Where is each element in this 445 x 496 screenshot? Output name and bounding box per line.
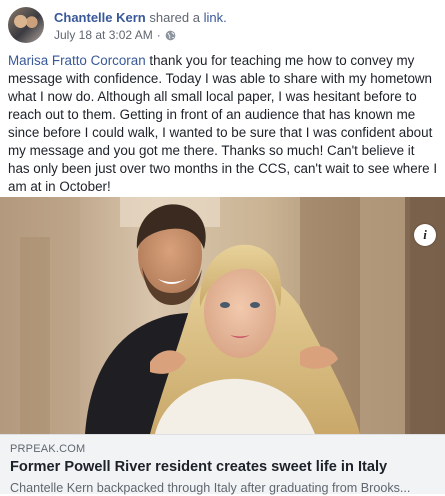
post-timestamp[interactable]: July 18 at 3:02 AM (54, 28, 153, 42)
link-preview-photo[interactable] (0, 197, 445, 434)
post-meta: Chantelle Kern shared a link. July 18 at… (54, 10, 227, 42)
shared-link-word[interactable]: link. (204, 10, 227, 25)
mention-link[interactable]: Marisa Fratto Corcoran (8, 53, 146, 68)
link-domain: PRPEAK.COM (10, 443, 86, 455)
post-body-text: thank you for teaching me how to convey … (8, 53, 438, 194)
globe-icon[interactable] (165, 30, 176, 41)
facebook-post: Chantelle Kern shared a link. July 18 at… (0, 0, 445, 495)
author-name-link[interactable]: Chantelle Kern (54, 10, 146, 25)
post-header: Chantelle Kern shared a link. July 18 at… (8, 7, 227, 43)
author-avatar[interactable] (8, 7, 44, 43)
link-title[interactable]: Former Powell River resident creates swe… (10, 458, 435, 477)
dot-separator: · (156, 28, 161, 42)
post-body: Marisa Fratto Corcoran thank you for tea… (8, 52, 438, 196)
info-icon[interactable]: i (414, 224, 436, 246)
shared-text: shared a (149, 10, 200, 25)
link-preview-footer[interactable]: PRPEAK.COM Former Powell River resident … (0, 434, 445, 495)
